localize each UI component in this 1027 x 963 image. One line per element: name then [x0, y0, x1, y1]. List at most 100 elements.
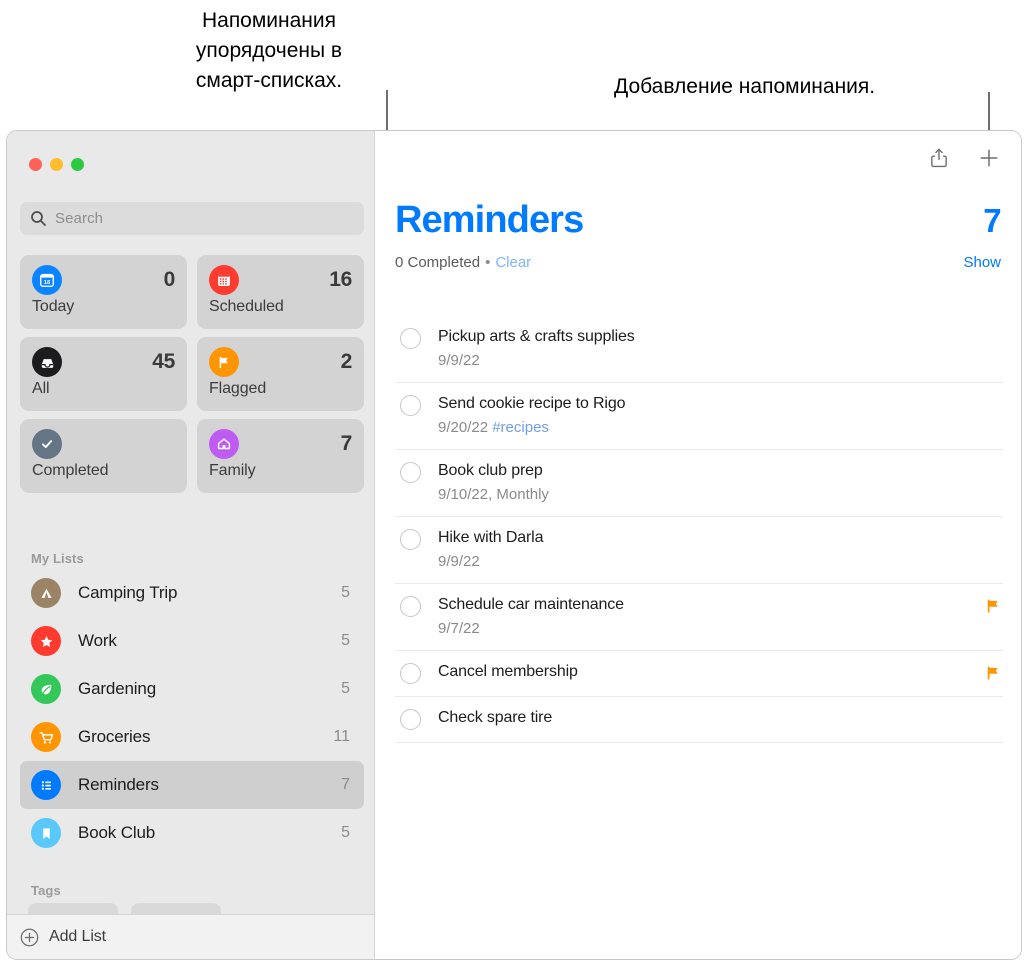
clear-button[interactable]: Clear	[495, 254, 531, 271]
smart-list-label: All	[32, 380, 50, 397]
smart-list-today[interactable]: 18 0 Today	[20, 255, 187, 329]
reminder-date: 9/7/22	[438, 620, 480, 637]
completed-count-label: 0 Completed	[395, 254, 481, 271]
close-button[interactable]	[29, 158, 42, 171]
reminder-checkbox[interactable]	[400, 709, 421, 730]
reminder-date: 9/10/22,	[438, 486, 493, 503]
screenshot-root: Напоминания упорядочены в смарт-списках.…	[0, 0, 1027, 963]
reminder-checkbox[interactable]	[400, 462, 421, 483]
reminder-body: Pickup arts & crafts supplies 9/9/22	[438, 327, 985, 370]
reminder-checkbox[interactable]	[400, 663, 421, 684]
smart-list-count: 7	[340, 432, 353, 455]
checkmark-icon	[32, 429, 62, 459]
flag-icon[interactable]	[985, 598, 1001, 614]
callout-left-label: Напоминания упорядочены в смарт-списках.	[195, 9, 343, 92]
smart-list-family[interactable]: 7 Family	[197, 419, 364, 493]
reminder-title: Send cookie recipe to Rigo	[438, 395, 626, 412]
list-item-count: 5	[341, 824, 350, 841]
add-list-label: Add List	[49, 928, 107, 945]
reminder-title: Book club prep	[438, 462, 543, 479]
reminder-date: 9/20/22	[438, 419, 489, 436]
reminder-subtitle: 9/10/22, Monthly	[438, 485, 985, 504]
list-item-groceries[interactable]: Groceries 11	[20, 713, 364, 761]
reminder-title: Pickup arts & crafts supplies	[438, 328, 635, 345]
reminder-checkbox[interactable]	[400, 395, 421, 416]
list-item-camping-trip[interactable]: Camping Trip 5	[20, 569, 364, 617]
list-item-work[interactable]: Work 5	[20, 617, 364, 665]
completed-summary: 0 Completed • Clear	[395, 254, 531, 271]
reminder-title: Schedule car maintenance	[438, 596, 624, 613]
list-item-count: 5	[341, 584, 350, 601]
show-completed-button[interactable]: Show	[963, 254, 1001, 271]
plus-circle-icon	[20, 928, 39, 947]
cart-icon	[31, 722, 61, 752]
reminder-subtitle: 9/9/22	[438, 552, 985, 571]
smart-list-flagged[interactable]: 2 Flagged	[197, 337, 364, 411]
reminder-body: Check spare tire	[438, 708, 985, 728]
reminder-checkbox[interactable]	[400, 596, 421, 617]
my-lists-header: My Lists	[31, 551, 84, 566]
reminder-title: Hike with Darla	[438, 529, 544, 546]
flag-icon[interactable]	[985, 665, 1001, 681]
smart-list-label: Completed	[32, 462, 109, 479]
share-icon[interactable]	[927, 145, 951, 171]
list-item-label: Work	[78, 631, 117, 650]
reminder-row[interactable]: Hike with Darla 9/9/22	[395, 517, 1003, 584]
reminder-checkbox[interactable]	[400, 529, 421, 550]
zoom-button[interactable]	[71, 158, 84, 171]
list-total-count: 7	[983, 202, 1001, 239]
reminders-list: Pickup arts & crafts supplies 9/9/22 Sen…	[395, 316, 1003, 743]
list-item-gardening[interactable]: Gardening 5	[20, 665, 364, 713]
search-icon	[30, 210, 47, 227]
reminder-checkbox[interactable]	[400, 328, 421, 349]
smart-list-scheduled[interactable]: 16 Scheduled	[197, 255, 364, 329]
smart-list-completed[interactable]: Completed	[20, 419, 187, 493]
reminder-row[interactable]: Pickup arts & crafts supplies 9/9/22	[395, 316, 1003, 383]
reminder-row[interactable]: Cancel membership	[395, 651, 1003, 697]
bookmark-icon	[31, 818, 61, 848]
list-item-label: Reminders	[78, 775, 159, 794]
separator-dot: •	[485, 254, 491, 271]
smart-list-label: Flagged	[209, 380, 267, 397]
my-lists: Camping Trip 5 Work 5 Gardening 5 Grocer…	[20, 569, 364, 857]
content-header: Reminders 7 0 Completed • Clear Show	[395, 199, 1002, 271]
calendar-icon: 18	[32, 265, 62, 295]
smart-list-count: 0	[163, 268, 176, 291]
reminder-date: 9/9/22	[438, 553, 480, 570]
list-item-count: 5	[341, 680, 350, 697]
list-item-count: 11	[333, 728, 350, 745]
callout-right-label: Добавление напоминания.	[614, 75, 876, 98]
inbox-tray-icon	[32, 347, 62, 377]
reminder-row[interactable]: Book club prep 9/10/22, Monthly	[395, 450, 1003, 517]
list-item-label: Camping Trip	[78, 583, 178, 602]
sidebar: Search 18 0 Today 16 Scheduled 45 All 2 …	[7, 131, 375, 959]
house-icon	[209, 429, 239, 459]
reminder-title: Cancel membership	[438, 663, 578, 680]
reminder-row[interactable]: Check spare tire	[395, 697, 1003, 743]
list-item-reminders[interactable]: Reminders 7	[20, 761, 364, 809]
minimize-button[interactable]	[50, 158, 63, 171]
search-input[interactable]: Search	[20, 202, 364, 235]
reminder-body: Book club prep 9/10/22, Monthly	[438, 461, 985, 504]
list-item-count: 5	[341, 632, 350, 649]
list-item-label: Book Club	[78, 823, 156, 842]
calendar-grid-icon	[209, 265, 239, 295]
list-item-book-club[interactable]: Book Club 5	[20, 809, 364, 857]
reminder-recurrence: Monthly	[496, 486, 549, 503]
reminder-subtitle: 9/20/22 #recipes	[438, 418, 985, 437]
smart-list-label: Scheduled	[209, 298, 284, 315]
tent-icon	[31, 578, 61, 608]
reminder-body: Cancel membership	[438, 662, 985, 682]
tags-header: Tags	[31, 883, 61, 898]
smart-lists-grid: 18 0 Today 16 Scheduled 45 All 2 Flagged…	[20, 255, 364, 493]
reminder-tag[interactable]: #recipes	[492, 419, 549, 436]
reminder-date: 9/9/22	[438, 352, 480, 369]
smart-list-count: 2	[340, 350, 353, 373]
plus-icon[interactable]	[977, 145, 1001, 171]
reminder-row[interactable]: Schedule car maintenance 9/7/22	[395, 584, 1003, 651]
reminder-row[interactable]: Send cookie recipe to Rigo 9/20/22 #reci…	[395, 383, 1003, 450]
reminder-body: Schedule car maintenance 9/7/22	[438, 595, 985, 638]
leaf-icon	[31, 674, 61, 704]
add-list-button[interactable]: Add List	[7, 914, 374, 959]
smart-list-all[interactable]: 45 All	[20, 337, 187, 411]
